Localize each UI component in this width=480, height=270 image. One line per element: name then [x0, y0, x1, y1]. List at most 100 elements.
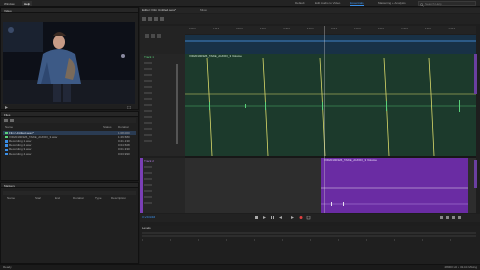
- menu-help[interactable]: Help: [22, 1, 33, 6]
- tool-time-selection-icon[interactable]: [160, 17, 164, 21]
- ruler-tick-label: 0:30.0: [259, 28, 267, 30]
- editor-toolbar: [140, 14, 480, 24]
- file-duration: 0:03.990: [118, 152, 130, 156]
- file-name: Recording 2.wav: [9, 144, 32, 148]
- markers-toolbar: [3, 191, 136, 195]
- ruler-tick-label: 0:10.0: [212, 28, 220, 30]
- file-duration: 1:29.580: [118, 135, 130, 139]
- editor-tabs: Editor: Film Untitled.sesx* Mixer: [140, 8, 480, 13]
- video-track-overview: [185, 35, 476, 54]
- file-icon: [5, 148, 8, 152]
- file-name: Film Untitled.sesx*: [9, 131, 34, 135]
- file-duration: 1:08.000: [118, 131, 130, 135]
- track-1-clip-area[interactable]: VID20190326_TAKE_AUDIO_3 Volume: [185, 54, 476, 156]
- transport-bar: 0:25.648: [140, 214, 480, 222]
- status-format: 48000 Hz • 32-bit Mixing: [444, 266, 477, 269]
- markers-column-header: Name Start End Duration Type Description: [3, 197, 136, 201]
- files-col-name[interactable]: Name: [5, 126, 13, 129]
- track-2-waveform: [321, 187, 468, 206]
- open-file-icon[interactable]: [4, 119, 8, 122]
- vertical-scrollbar[interactable]: [474, 54, 477, 94]
- markers-col-type[interactable]: Type: [95, 197, 102, 200]
- ruler-tick-label: 1:50.0: [448, 28, 456, 30]
- level-scale: [142, 239, 451, 241]
- file-name: Recording 1.wav: [9, 139, 32, 143]
- file-name: Recording 4.wav: [9, 152, 32, 156]
- file-icon: [5, 152, 8, 156]
- zoom-controls[interactable]: [440, 216, 478, 220]
- files-panel-header: Files: [1, 112, 138, 117]
- files-col-duration[interactable]: Duration: [118, 126, 129, 129]
- current-time-display: 0:25.648: [142, 216, 156, 219]
- file-name: VID20190326_TAKE_AUDIO_3.wav: [9, 135, 58, 139]
- video-controls-bar: [3, 105, 135, 109]
- track-1-name[interactable]: Track 1: [144, 56, 154, 59]
- file-duration: 0:04.508: [118, 144, 130, 148]
- timeline-ruler[interactable]: 0:00.0 0:10.0 0:20.0 0:30.0 0:40.0 0:50.0 1:00…: [185, 26, 476, 34]
- files-panel-title: Files: [4, 113, 11, 117]
- track-2-name[interactable]: Track 2: [144, 160, 154, 163]
- editor-tab[interactable]: Editor: Film Untitled.sesx*: [142, 9, 176, 12]
- level-meter-left: [142, 232, 476, 234]
- file-row[interactable]: Recording 4.wav 0:03.990: [3, 152, 136, 156]
- file-icon: [5, 140, 8, 143]
- ruler-tick-label: 0:50.0: [306, 28, 314, 30]
- ruler-tick-label: 1:10.0: [354, 28, 361, 30]
- track-divider[interactable]: [185, 156, 476, 158]
- track-1-waveform: [185, 57, 476, 156]
- menu-window[interactable]: Window: [2, 1, 17, 6]
- mixer-tab[interactable]: Mixer: [200, 9, 207, 12]
- play-transport-icon: [263, 216, 266, 219]
- workspace-default[interactable]: Default: [295, 1, 305, 5]
- files-panel: Files Name Status Duration Film Untitled…: [0, 111, 139, 181]
- files-col-status[interactable]: Status: [103, 126, 112, 129]
- search-placeholder: Search Help: [425, 2, 442, 6]
- track-2-color-strip: [140, 158, 143, 213]
- markers-panel-title: Markers: [4, 184, 15, 188]
- track-controls-header: [140, 26, 185, 54]
- tool-move-icon[interactable]: [142, 17, 146, 21]
- track-header-icons: [145, 34, 161, 38]
- markers-panel-header: Markers: [1, 183, 138, 188]
- video-frame-image: [3, 22, 135, 104]
- file-icon: [5, 144, 8, 147]
- ruler-tick-label: 1:30.0: [401, 28, 408, 30]
- level-meter-right: [142, 235, 476, 237]
- track-2-header: Track 2: [140, 158, 185, 213]
- markers-col-name[interactable]: Name: [7, 197, 15, 200]
- playhead-line[interactable]: [324, 26, 325, 213]
- ruler-tick-label: 0:00.0: [189, 28, 196, 30]
- tool-razor-icon[interactable]: [148, 17, 152, 21]
- markers-col-start[interactable]: Start: [35, 197, 41, 200]
- video-panel-header: Video: [1, 8, 138, 13]
- tool-slip-icon[interactable]: [154, 17, 158, 21]
- markers-col-duration[interactable]: Duration: [73, 197, 84, 200]
- record-icon: [299, 216, 303, 219]
- file-icon: [5, 131, 8, 135]
- play-icon[interactable]: [5, 105, 8, 109]
- import-icon[interactable]: [10, 119, 14, 122]
- markers-col-end[interactable]: End: [55, 197, 60, 200]
- file-duration: 0:01.330: [118, 148, 130, 152]
- track-2-controls: [144, 166, 152, 204]
- status-ready: Ready: [3, 266, 12, 269]
- ruler-tick-label: 0:40.0: [283, 28, 290, 30]
- markers-col-description[interactable]: Description: [111, 197, 126, 200]
- ruler-tick-label: 1:00.0: [330, 28, 338, 30]
- video-preview: [3, 22, 135, 104]
- video-panel-title: Video: [4, 9, 12, 13]
- vertical-scrollbar-2[interactable]: [474, 160, 477, 188]
- workspace-edit-audio[interactable]: Edit Audio to Video: [315, 1, 340, 5]
- ruler-tick-label: 1:40.0: [424, 28, 432, 30]
- levels-title: Levels: [142, 227, 151, 230]
- files-column-header: Name Status Duration: [3, 126, 136, 130]
- workspace-mastering[interactable]: Mastering + Analysis: [378, 1, 406, 5]
- track-2-clip[interactable]: VID20190326_TAKE_AUDIO_3 Volume: [321, 158, 468, 213]
- levels-panel: Levels: [140, 226, 480, 264]
- settings-icon[interactable]: [127, 105, 131, 109]
- file-duration: 0:21.130: [118, 139, 130, 143]
- files-toolbar: [3, 118, 136, 123]
- search-help-box[interactable]: Search Help: [418, 1, 476, 7]
- track-1-controls: [144, 62, 178, 144]
- workspace-essentials[interactable]: Essentials: [350, 1, 364, 6]
